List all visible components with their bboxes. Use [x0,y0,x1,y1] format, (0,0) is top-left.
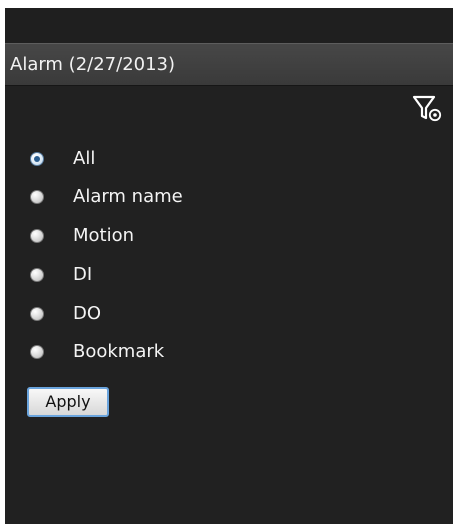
app-window: Alarm (2/27/2013) All Alarm name Motion [0,0,453,524]
radio-option-di[interactable]: DI [30,264,220,289]
radio-unselected-icon[interactable] [30,190,44,204]
radio-option-motion[interactable]: Motion [30,225,220,250]
radio-option-all[interactable]: All [30,148,220,173]
panel-title: Alarm (2/27/2013) [10,54,176,75]
apply-button[interactable]: Apply [27,387,109,417]
radio-label-alarm-name: Alarm name [73,186,183,207]
panel-top-bar [5,8,453,43]
alarm-panel: Alarm (2/27/2013) All Alarm name Motion [5,8,453,524]
radio-unselected-icon[interactable] [30,307,44,321]
radio-unselected-icon[interactable] [30,268,44,282]
radio-option-alarm-name[interactable]: Alarm name [30,186,220,211]
radio-unselected-icon[interactable] [30,229,44,243]
panel-header: Alarm (2/27/2013) [5,43,453,86]
radio-option-do[interactable]: DO [30,303,220,328]
radio-unselected-icon[interactable] [30,345,44,359]
filter-settings-icon[interactable] [412,95,442,123]
radio-option-bookmark[interactable]: Bookmark [30,341,220,366]
radio-label-do: DO [73,303,102,324]
radio-label-motion: Motion [73,225,135,246]
radio-label-di: DI [73,264,93,285]
radio-label-bookmark: Bookmark [73,341,165,362]
filter-icon-graphic [412,95,442,122]
radio-selected-icon[interactable] [30,152,44,166]
radio-label-all: All [73,148,96,169]
